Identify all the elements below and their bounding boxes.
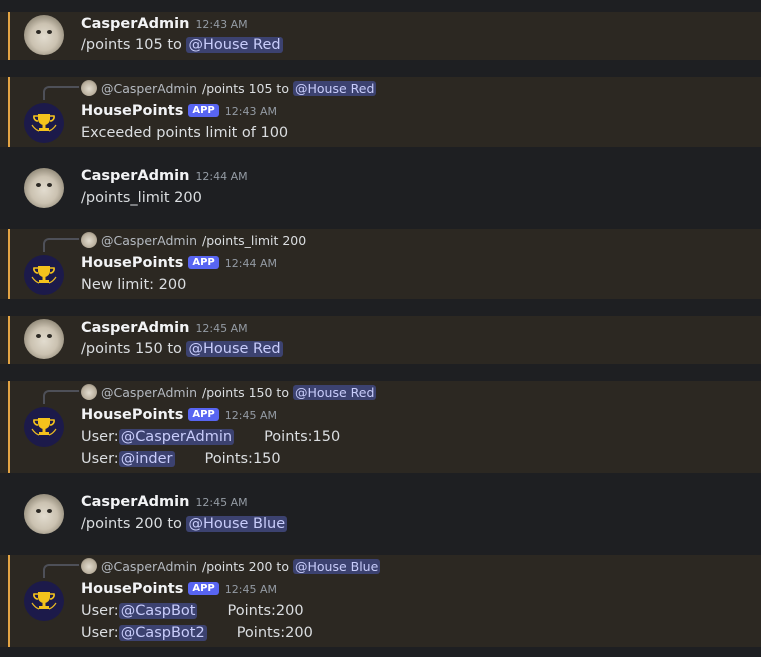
timestamp: 12:45 AM: [224, 583, 277, 596]
message-housepoints-2: @CasperAdmin /points_limit 200 HousePoin…: [0, 229, 761, 299]
timestamp: 12:44 AM: [224, 257, 277, 270]
reply-text: /points 150 to: [202, 384, 289, 400]
reply-spine: [43, 86, 79, 100]
reply-spine: [43, 390, 79, 404]
message-housepoints-3: @CasperAdmin /points 150 to @House Red H…: [0, 381, 761, 473]
row-label: User:: [81, 603, 119, 619]
reply-text: /points 105 to: [202, 80, 289, 96]
timestamp: 12:45 AM: [195, 322, 248, 335]
user-mention[interactable]: @CasperAdmin: [118, 429, 235, 445]
row-label: User:: [81, 625, 119, 641]
reply-preview[interactable]: @CasperAdmin /points_limit 200: [81, 232, 306, 248]
trophy-icon[interactable]: [24, 255, 64, 295]
role-mention[interactable]: @House Blue: [186, 516, 288, 532]
cat-avatar-icon[interactable]: [24, 15, 64, 55]
cat-avatar-icon[interactable]: [24, 494, 64, 534]
reply-text: /points 200 to: [202, 558, 289, 574]
message-text: Exceeded points limit of 100: [81, 125, 289, 141]
role-mention[interactable]: @House Red: [186, 341, 283, 357]
trophy-icon[interactable]: [24, 103, 64, 143]
message-casperadmin-4: CasperAdmin 12:45 AM /points 200 to @Hous…: [0, 490, 761, 540]
app-badge: APP: [188, 408, 219, 421]
user-mention[interactable]: @inder: [118, 451, 175, 467]
row-label: User:: [81, 451, 119, 467]
cat-avatar-icon[interactable]: [24, 319, 64, 359]
command-text: /points_limit 200: [81, 190, 202, 206]
message-casperadmin-3: CasperAdmin 12:45 AM /points 150 to @Hous…: [0, 316, 761, 364]
reply-preview[interactable]: @CasperAdmin /points 105 to @House Red: [81, 80, 377, 96]
timestamp: 12:44 AM: [195, 170, 248, 183]
message-housepoints-1: @CasperAdmin /points 105 to @House Red H…: [0, 77, 761, 147]
user-mention[interactable]: @CaspBot: [118, 603, 198, 619]
reply-avatar-icon: [81, 558, 97, 574]
username[interactable]: CasperAdmin: [81, 494, 189, 510]
reply-username[interactable]: @CasperAdmin: [101, 385, 197, 400]
reply-avatar-icon: [81, 232, 97, 248]
reply-mention[interactable]: @House Blue: [292, 558, 381, 574]
command-text: /points 150 to: [81, 341, 187, 357]
points-row: User: @inder Points:150: [81, 451, 281, 467]
app-badge: APP: [188, 256, 219, 269]
points-row: User: @CasperAdmin Points:150: [81, 429, 340, 445]
row-points: Points:150: [264, 429, 341, 445]
row-points: Points:200: [236, 625, 313, 641]
reply-mention[interactable]: @House Red: [292, 80, 377, 96]
username[interactable]: HousePoints: [81, 581, 183, 597]
row-points: Points:150: [204, 451, 281, 467]
timestamp: 12:45 AM: [195, 496, 248, 509]
reply-username[interactable]: @CasperAdmin: [101, 233, 197, 248]
row-points: Points:200: [227, 603, 304, 619]
username[interactable]: CasperAdmin: [81, 320, 189, 336]
username[interactable]: CasperAdmin: [81, 168, 189, 184]
timestamp: 12:43 AM: [195, 18, 248, 31]
command-text: /points 105 to: [81, 37, 187, 53]
trophy-icon[interactable]: [24, 407, 64, 447]
message-casperadmin-2: CasperAdmin 12:44 AM /points_limit 200: [0, 164, 761, 214]
row-label: User:: [81, 429, 119, 445]
reply-spine: [43, 564, 79, 578]
timestamp: 12:43 AM: [224, 105, 277, 118]
reply-preview[interactable]: @CasperAdmin /points 200 to @House Blue: [81, 558, 381, 574]
reply-text: /points_limit 200: [202, 232, 307, 248]
cat-avatar-icon[interactable]: [24, 168, 64, 208]
points-row: User: @CaspBot2 Points:200: [81, 625, 313, 641]
reply-preview[interactable]: @CasperAdmin /points 150 to @House Red: [81, 384, 377, 400]
user-mention[interactable]: @CaspBot2: [118, 625, 207, 641]
app-badge: APP: [188, 582, 219, 595]
reply-avatar-icon: [81, 384, 97, 400]
message-casperadmin-1: CasperAdmin 12:43 AM /points 105 to @Hous…: [0, 12, 761, 60]
timestamp: 12:45 AM: [224, 409, 277, 422]
reply-username[interactable]: @CasperAdmin: [101, 81, 197, 96]
reply-avatar-icon: [81, 80, 97, 96]
message-text: New limit: 200: [81, 277, 187, 293]
username[interactable]: HousePoints: [81, 407, 183, 423]
username[interactable]: HousePoints: [81, 255, 183, 271]
role-mention[interactable]: @House Red: [186, 37, 283, 53]
username[interactable]: CasperAdmin: [81, 16, 189, 32]
app-badge: APP: [188, 104, 219, 117]
trophy-icon[interactable]: [24, 581, 64, 621]
reply-spine: [43, 238, 79, 252]
message-housepoints-4: @CasperAdmin /points 200 to @House Blue …: [0, 555, 761, 647]
points-row: User: @CaspBot Points:200: [81, 603, 304, 619]
username[interactable]: HousePoints: [81, 103, 183, 119]
reply-mention[interactable]: @House Red: [292, 384, 377, 400]
command-text: /points 200 to: [81, 516, 187, 532]
reply-username[interactable]: @CasperAdmin: [101, 559, 197, 574]
